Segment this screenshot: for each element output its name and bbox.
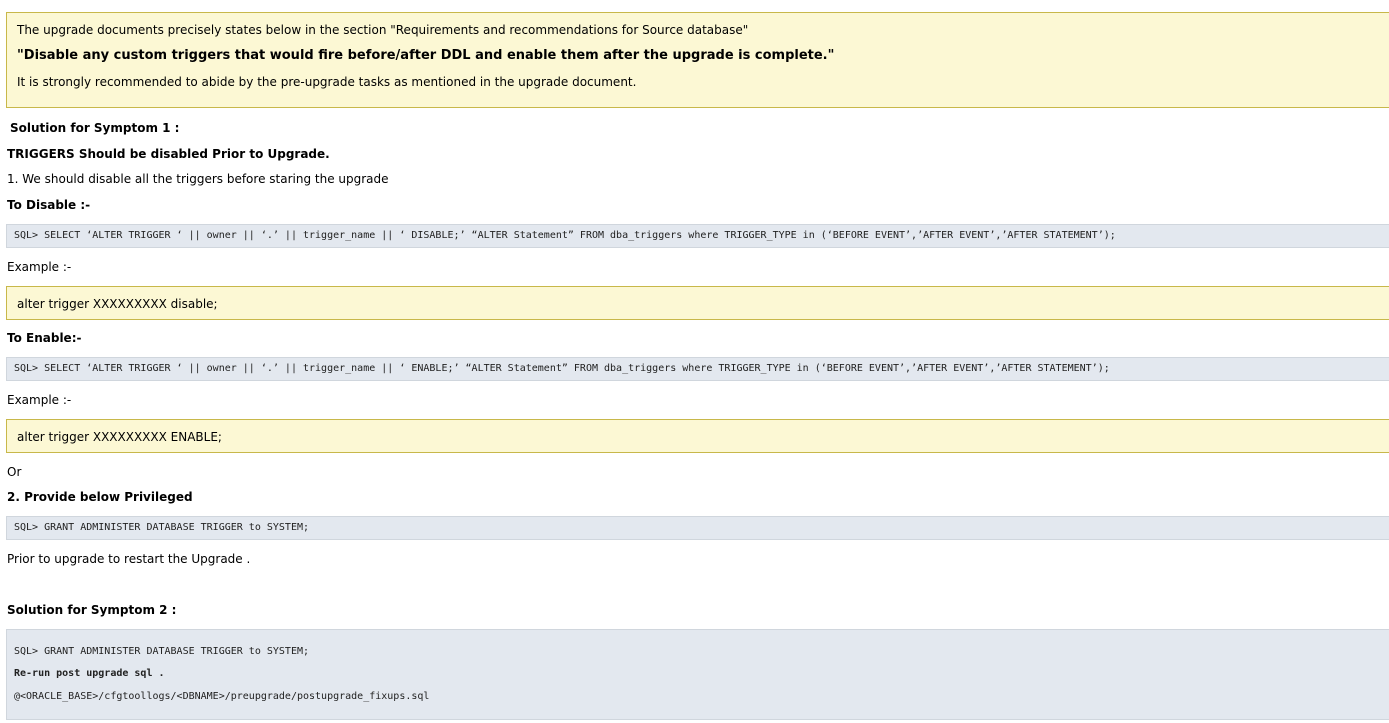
grant-sql: SQL> GRANT ADMINISTER DATABASE TRIGGER t…	[14, 522, 310, 533]
disable-sql-box: SQL> SELECT ‘ALTER TRIGGER ‘ || owner ||…	[6, 224, 1389, 248]
example-label-2: Example :-	[7, 393, 72, 407]
symptom2-heading: Solution for Symptom 2 :	[7, 603, 177, 617]
grant-sql-box: SQL> GRANT ADMINISTER DATABASE TRIGGER t…	[6, 516, 1389, 540]
example-label-1: Example :-	[7, 260, 72, 274]
intro-line-2: "Disable any custom triggers that would …	[17, 48, 835, 63]
symptom2-code-line-2: Re-run post upgrade sql .	[14, 668, 165, 679]
symptom1-subheading: TRIGGERS Should be disabled Prior to Upg…	[7, 147, 330, 161]
intro-line-3: It is strongly recommended to abide by t…	[17, 75, 637, 89]
intro-note-box: The upgrade documents precisely states b…	[6, 12, 1389, 108]
symptom1-step1: 1. We should disable all the triggers be…	[7, 172, 389, 186]
disable-label: To Disable :-	[7, 198, 91, 212]
enable-sql: SQL> SELECT ‘ALTER TRIGGER ‘ || owner ||…	[14, 363, 1110, 374]
disable-example: alter trigger XXXXXXXXX disable;	[17, 297, 218, 311]
prior-text: Prior to upgrade to restart the Upgrade …	[7, 552, 251, 566]
disable-example-box: alter trigger XXXXXXXXX disable;	[6, 286, 1389, 320]
enable-example-box: alter trigger XXXXXXXXX ENABLE;	[6, 419, 1389, 453]
enable-example: alter trigger XXXXXXXXX ENABLE;	[17, 430, 222, 444]
enable-label: To Enable:-	[7, 331, 82, 345]
symptom1-heading: Solution for Symptom 1 :	[10, 121, 180, 135]
symptom2-code-line-1: SQL> GRANT ADMINISTER DATABASE TRIGGER t…	[14, 646, 310, 657]
enable-sql-box: SQL> SELECT ‘ALTER TRIGGER ‘ || owner ||…	[6, 357, 1389, 381]
intro-line-1: The upgrade documents precisely states b…	[17, 23, 749, 37]
symptom2-code-box: SQL> GRANT ADMINISTER DATABASE TRIGGER t…	[6, 629, 1389, 720]
or-text: Or	[7, 465, 22, 479]
disable-sql: SQL> SELECT ‘ALTER TRIGGER ‘ || owner ||…	[14, 230, 1116, 241]
symptom1-step2: 2. Provide below Privileged	[7, 490, 193, 504]
symptom2-code-line-3: @<ORACLE_BASE>/cfgtoollogs/<DBNAME>/preu…	[14, 691, 430, 702]
